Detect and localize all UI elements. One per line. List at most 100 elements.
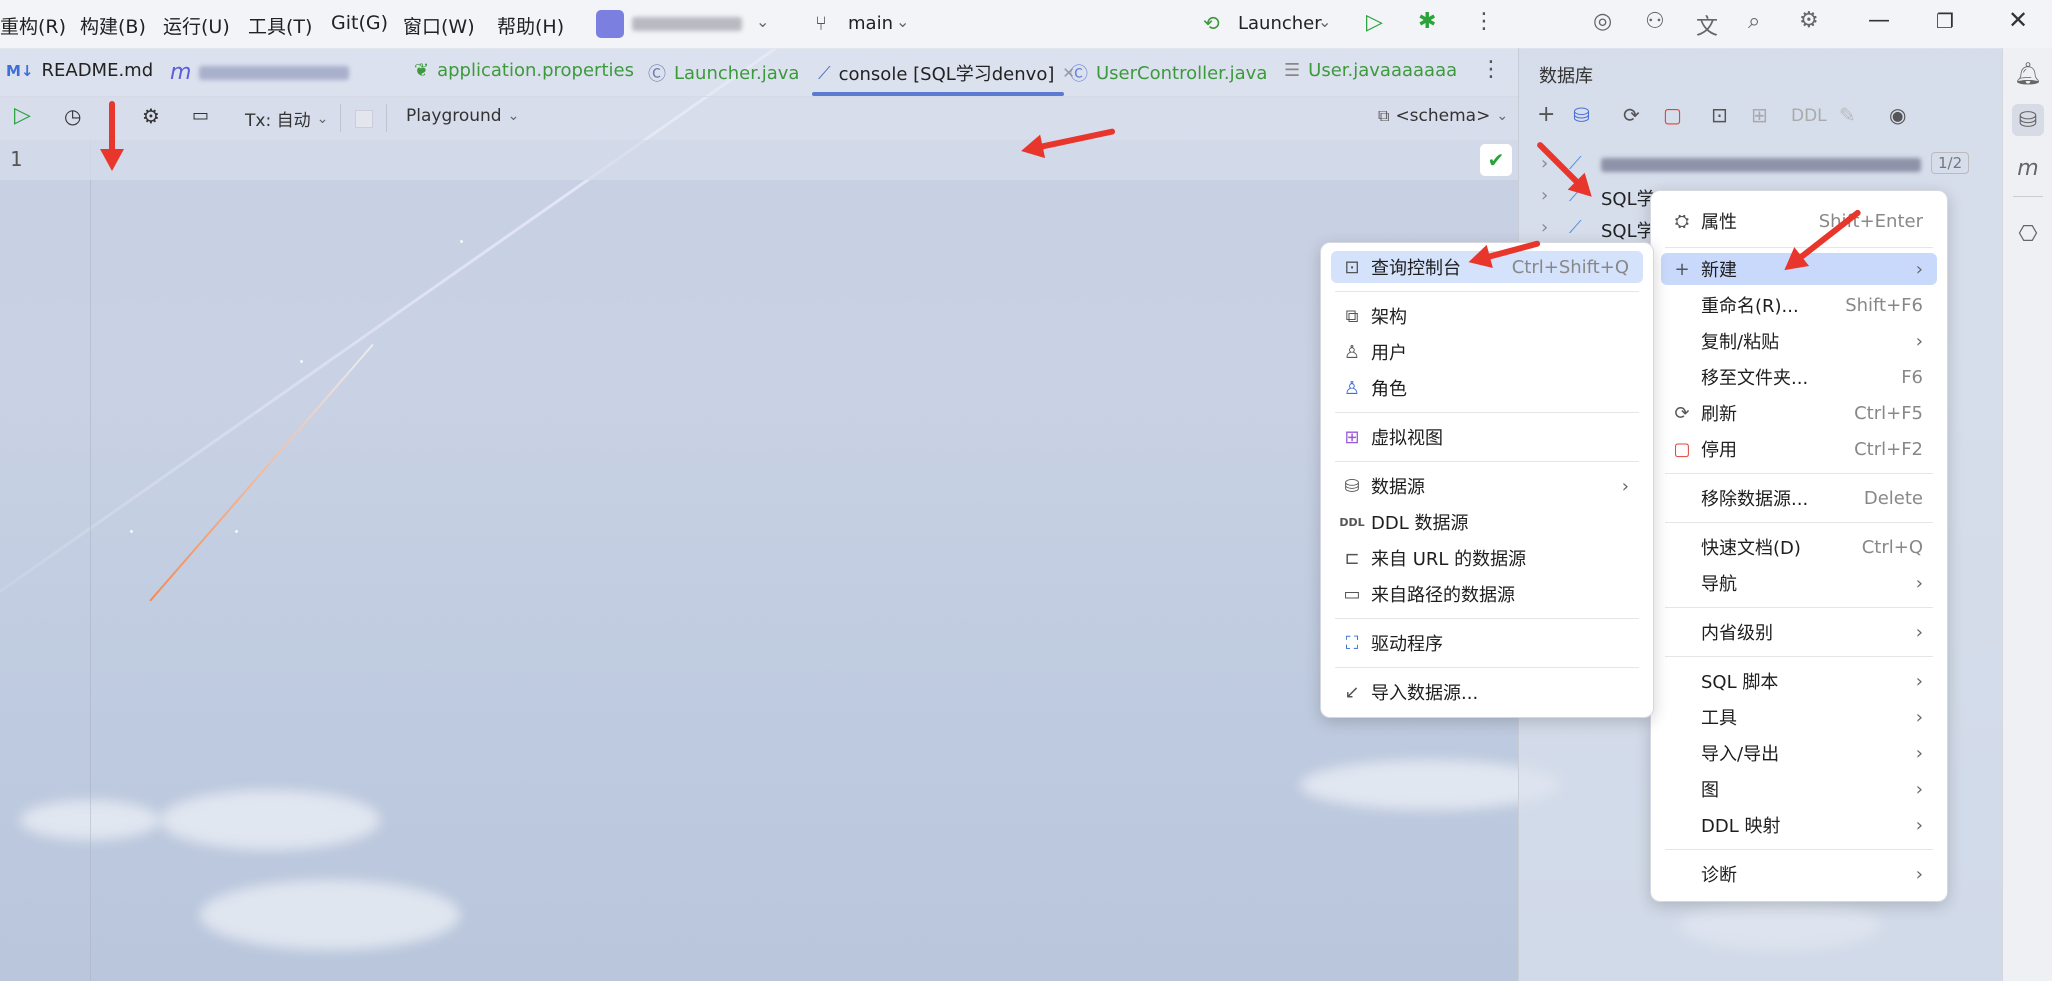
debug-icon[interactable]: ✱: [1418, 9, 1436, 34]
menu-run[interactable]: 运行(U): [163, 12, 230, 39]
menu-item-label: 工具: [1701, 708, 1737, 729]
right-tool-strip: 🔔︎ ⛁ m ⎔: [2002, 48, 2052, 981]
chevron-down-icon: ⌄: [1496, 108, 1509, 124]
menu-item-diagram[interactable]: 图 ›: [1661, 773, 1937, 805]
menu-help[interactable]: 帮助(H): [497, 12, 564, 39]
close-window-icon[interactable]: ✕: [2008, 6, 2028, 34]
schema-dropdown[interactable]: ⧉ <schema> ⌄: [1378, 106, 1508, 126]
menu-item-virtual-view[interactable]: ⊞ 虚拟视图: [1331, 421, 1643, 453]
stop-icon[interactable]: [355, 110, 373, 128]
database-icon: ⟋: [1569, 217, 1582, 238]
chevron-down-icon[interactable]: ⌄: [756, 12, 769, 31]
tree-expand-icon[interactable]: ›: [1541, 185, 1548, 206]
menu-item-label: 虚拟视图: [1371, 428, 1443, 449]
star: [460, 240, 463, 243]
eye-icon[interactable]: ◉: [1889, 103, 1906, 127]
project-avatar[interactable]: [596, 10, 624, 38]
menu-item-datasource[interactable]: ⛁ 数据源 ›: [1331, 470, 1643, 502]
menu-item-schema[interactable]: ⧉ 架构: [1331, 300, 1643, 332]
tab-launcher-java[interactable]: Ⓒ Launcher.java: [648, 60, 799, 86]
menu-item-deactivate[interactable]: ▢ 停用 Ctrl+F2: [1661, 433, 1937, 465]
project-name-blurred[interactable]: [632, 17, 742, 31]
editor-current-line[interactable]: 1 ✔: [0, 140, 1518, 180]
playground-dropdown[interactable]: Playground ⌄: [406, 106, 519, 126]
ddl-label[interactable]: DDL: [1791, 106, 1827, 126]
ai-chat-icon[interactable]: ⎔: [2012, 218, 2044, 250]
more-vertical-icon[interactable]: ⋮: [1473, 9, 1495, 34]
datasource-properties-icon[interactable]: ⛁: [1573, 103, 1590, 127]
menu-item-driver[interactable]: ⛶ 驱动程序: [1331, 627, 1643, 659]
schema-icon: ⧉: [1345, 305, 1359, 327]
menu-item-diagnostics[interactable]: 诊断 ›: [1661, 858, 1937, 890]
menu-refactor[interactable]: 重构(R): [0, 12, 66, 39]
menu-item-ddl-datasource[interactable]: DDL DDL 数据源: [1331, 506, 1643, 538]
datasource-name-blurred[interactable]: [1601, 158, 1921, 172]
translate-icon[interactable]: 文: [1696, 9, 1718, 41]
menu-item-tools[interactable]: 工具 ›: [1661, 701, 1937, 733]
run-config-name[interactable]: Launcher: [1238, 13, 1322, 34]
console-icon[interactable]: ⊡: [1711, 103, 1728, 127]
settings-gear-icon[interactable]: ⚙: [1799, 8, 1819, 33]
tx-mode-dropdown[interactable]: Tx: 自动 ⌄: [245, 106, 328, 132]
menu-item-quick-doc[interactable]: 快速文档(D) Ctrl+Q: [1661, 531, 1937, 563]
menu-item-import-export[interactable]: 导入/导出 ›: [1661, 737, 1937, 769]
database-icon[interactable]: ⛁: [2012, 104, 2044, 136]
menu-item-user[interactable]: ♙ 用户: [1331, 336, 1643, 368]
menu-item-refresh[interactable]: ⟳ 刷新 Ctrl+F5: [1661, 397, 1937, 429]
chevron-down-icon[interactable]: ⌄: [1318, 12, 1331, 31]
add-icon[interactable]: +: [1537, 102, 1555, 127]
checkmark-icon[interactable]: ✔: [1480, 144, 1512, 176]
menu-item-introspection-level[interactable]: 内省级别 ›: [1661, 616, 1937, 648]
layout-icon[interactable]: ▭: [192, 105, 209, 126]
tab-m-file[interactable]: m: [170, 60, 350, 85]
tab-application-properties[interactable]: ❦ application.properties: [414, 60, 634, 81]
chevron-down-icon[interactable]: ⌄: [896, 12, 909, 31]
tree-expand-icon[interactable]: ›: [1541, 217, 1548, 238]
menu-item-shortcut: Ctrl+Q: [1861, 536, 1923, 558]
search-icon[interactable]: ⌕: [1748, 9, 1760, 34]
disconnect-icon[interactable]: ▢: [1663, 103, 1682, 127]
menu-separator: [1665, 473, 1933, 474]
add-user-icon[interactable]: ⚇: [1645, 9, 1665, 34]
menu-item-sql-scripts[interactable]: SQL 脚本 ›: [1661, 665, 1937, 697]
refresh-icon[interactable]: ⟳: [1623, 103, 1640, 127]
table-icon[interactable]: ⊞: [1751, 103, 1768, 127]
menu-separator: [1665, 656, 1933, 657]
menu-item-properties[interactable]: ⛭ 属性 Shift+Enter: [1661, 205, 1937, 237]
menu-item-label: 角色: [1371, 379, 1407, 400]
menu-item-role[interactable]: ♙ 角色: [1331, 372, 1643, 404]
menu-item-navigate[interactable]: 导航 ›: [1661, 567, 1937, 599]
menu-item-datasource-from-url[interactable]: ⊏ 来自 URL 的数据源: [1331, 542, 1643, 574]
menu-item-move-to-folder[interactable]: 移至文件夹... F6: [1661, 361, 1937, 393]
notification-bell-icon[interactable]: 🔔︎: [2012, 58, 2044, 90]
menu-item-ddl-mapping[interactable]: DDL 映射 ›: [1661, 809, 1937, 841]
m-icon[interactable]: m: [2012, 152, 2044, 184]
menu-separator: [1665, 607, 1933, 608]
execute-icon[interactable]: ▷: [14, 103, 31, 128]
menu-window[interactable]: 窗口(W): [403, 12, 475, 39]
tab-user-java[interactable]: ☰ User.javaaaaaaa: [1284, 60, 1457, 81]
tab-console[interactable]: ⟋ console [SQL学习denvo] ✕: [818, 60, 1075, 86]
menu-item-remove-datasource[interactable]: 移除数据源... Delete: [1661, 482, 1937, 514]
tab-readme[interactable]: M↓ README.md: [6, 60, 153, 81]
menu-build[interactable]: 构建(B): [80, 12, 146, 39]
edit-icon[interactable]: ✎: [1839, 103, 1856, 127]
menu-item-shortcut: Delete: [1863, 487, 1923, 509]
ai-assistant-icon[interactable]: ◎: [1593, 9, 1612, 34]
menu-item-rename[interactable]: 重命名(R)... Shift+F6: [1661, 289, 1937, 321]
history-icon[interactable]: ◷: [64, 104, 81, 128]
settings-gear-icon[interactable]: ⚙: [142, 104, 160, 128]
menu-item-import-datasource[interactable]: ↙ 导入数据源...: [1331, 676, 1643, 708]
menu-item-copy-paste[interactable]: 复制/粘贴 ›: [1661, 325, 1937, 357]
menu-git[interactable]: Git(G): [331, 12, 388, 34]
branch-name[interactable]: main: [848, 13, 893, 34]
menu-tools[interactable]: 工具(T): [248, 12, 312, 39]
tree-item-sql-2[interactable]: SQL学: [1601, 217, 1655, 243]
new-submenu: ⊡ 查询控制台 Ctrl+Shift+Q ⧉ 架构 ♙ 用户 ♙ 角色 ⊞ 虚拟…: [1320, 242, 1654, 718]
menu-item-datasource-from-path[interactable]: ▭ 来自路径的数据源: [1331, 578, 1643, 610]
restore-icon[interactable]: ❐: [1936, 9, 1954, 33]
minimize-icon[interactable]: —: [1868, 8, 1890, 33]
tab-usercontroller-java[interactable]: Ⓒ UserController.java: [1070, 60, 1267, 86]
run-icon[interactable]: ▷: [1366, 10, 1383, 35]
more-tabs-icon[interactable]: ⋮: [1480, 57, 1502, 82]
